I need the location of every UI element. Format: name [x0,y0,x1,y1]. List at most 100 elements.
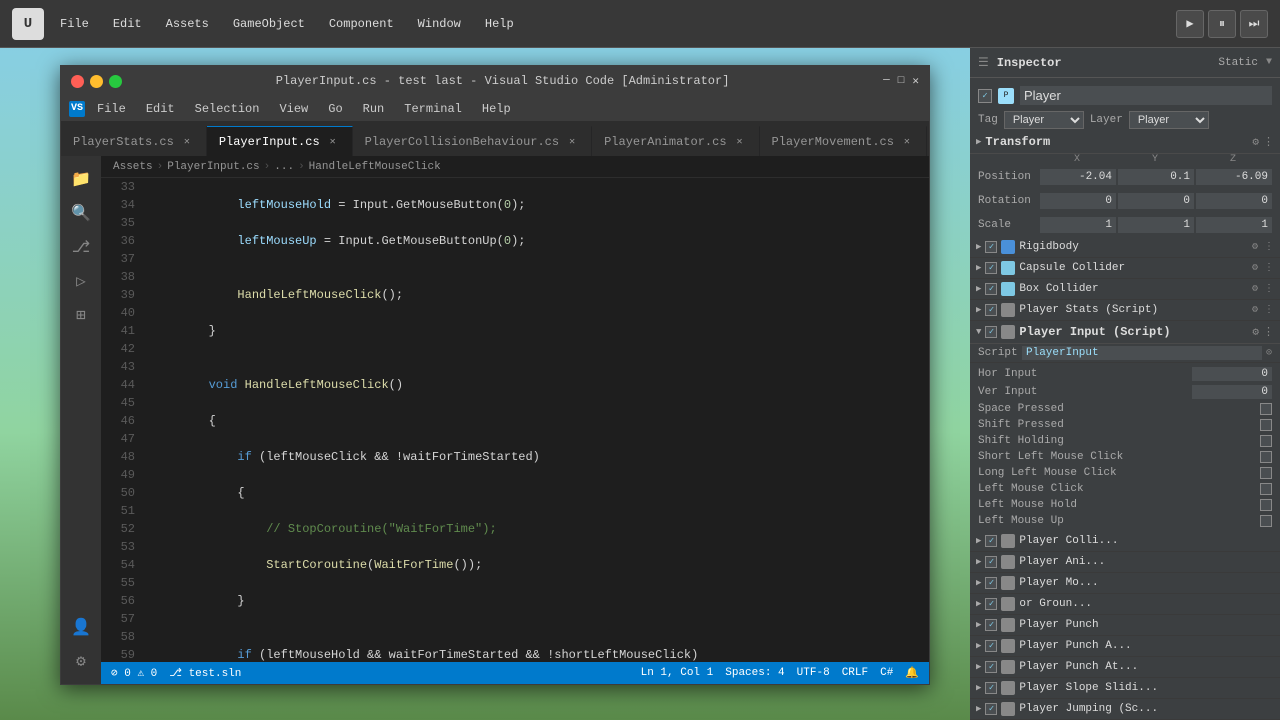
script-select-icon[interactable]: ⊙ [1266,347,1272,359]
window-control-min[interactable]: ─ [883,75,890,87]
transform-options-icon[interactable]: ⋮ [1263,135,1274,149]
checkbox[interactable]: ✓ [985,682,997,694]
transform-settings-icon[interactable]: ⚙ [1252,135,1259,149]
rotation-y[interactable]: 0 [1118,193,1194,209]
status-spaces[interactable]: Spaces: 4 [725,667,784,679]
player-punch-a-row[interactable]: ▶ ✓ Player Punch A... [970,636,1280,657]
object-name-input[interactable] [1020,86,1272,105]
checkbox[interactable]: ✓ [985,640,997,652]
left-mouse-click-checkbox[interactable] [1260,483,1272,495]
player-input-settings-icon[interactable]: ⚙ [1252,325,1259,339]
player-stats-row[interactable]: ▶ ✓ Player Stats (Script) ⚙ ⋮ [970,300,1280,321]
activity-search[interactable]: 🔍 [66,198,96,228]
tab-playerinput[interactable]: PlayerInput.cs ✕ [207,126,353,156]
status-position[interactable]: Ln 1, Col 1 [641,667,714,679]
player-input-options-icon[interactable]: ⋮ [1263,325,1274,339]
tab-close-icon[interactable]: ✕ [180,135,194,149]
unity-menu-help[interactable]: Help [477,13,522,35]
unity-menu-assets[interactable]: Assets [158,13,217,35]
checkbox[interactable]: ✓ [985,556,997,568]
rotation-x[interactable]: 0 [1040,193,1116,209]
activity-account[interactable]: 👤 [66,612,96,642]
stats-settings-icon[interactable]: ⚙ ⋮ [1252,304,1274,316]
step-button[interactable]: ⏭ [1240,10,1268,38]
checkbox[interactable]: ✓ [985,535,997,547]
player-animator-row[interactable]: ▶ ✓ Player Ani... [970,552,1280,573]
pause-button[interactable]: ⏸ [1208,10,1236,38]
or-ground-row[interactable]: ▶ ✓ or Groun... [970,594,1280,615]
ver-input-value[interactable]: 0 [1192,385,1272,399]
scale-y[interactable]: 1 [1118,217,1194,233]
tab-playeranimator[interactable]: PlayerAnimator.cs ✕ [592,126,759,156]
scale-x[interactable]: 1 [1040,217,1116,233]
player-punch-at-row[interactable]: ▶ ✓ Player Punch At... [970,657,1280,678]
rotation-z[interactable]: 0 [1196,193,1272,209]
tab-close-icon[interactable]: ✕ [326,135,340,149]
capsule-collider-row[interactable]: ▶ ✓ Capsule Collider ⚙ ⋮ [970,258,1280,279]
tab-playercollision[interactable]: PlayerCollisionBehaviour.cs ✕ [353,126,592,156]
player-jumping-row[interactable]: ▶ ✓ Player Jumping (Sc... [970,699,1280,720]
menu-go[interactable]: Go [320,100,350,118]
menu-help[interactable]: Help [474,100,519,118]
box-settings-icon[interactable]: ⚙ ⋮ [1252,283,1274,295]
tag-select[interactable]: Player [1004,111,1084,129]
player-slope-row[interactable]: ▶ ✓ Player Slope Slidi... [970,678,1280,699]
checkbox[interactable]: ✓ [985,598,997,610]
menu-view[interactable]: View [271,100,316,118]
player-punch-row[interactable]: ▶ ✓ Player Punch [970,615,1280,636]
checkbox[interactable]: ✓ [985,661,997,673]
window-control-close[interactable]: ✕ [912,74,919,88]
box-checkbox[interactable]: ✓ [985,283,997,295]
menu-file[interactable]: File [89,100,134,118]
stats-checkbox[interactable]: ✓ [985,304,997,316]
unity-menu-file[interactable]: File [52,13,97,35]
menu-run[interactable]: Run [355,100,393,118]
activity-extensions[interactable]: ⊞ [66,300,96,330]
inspector-dropdown-icon[interactable]: ▼ [1266,57,1272,68]
maximize-button[interactable] [109,75,122,88]
scale-z[interactable]: 1 [1196,217,1272,233]
player-collider-row[interactable]: ▶ ✓ Player Colli... [970,531,1280,552]
layer-select[interactable]: Player [1129,111,1209,129]
checkbox[interactable]: ✓ [985,703,997,715]
checkbox[interactable]: ✓ [985,577,997,589]
shift-holding-checkbox[interactable] [1260,435,1272,447]
player-input-checkbox[interactable]: ✓ [985,326,997,338]
close-button[interactable] [71,75,84,88]
object-enabled-checkbox[interactable]: ✓ [978,89,992,103]
rigidbody-checkbox[interactable]: ✓ [985,241,997,253]
tab-playerstats[interactable]: PlayerStats.cs ✕ [61,126,207,156]
unity-menu-window[interactable]: Window [410,13,469,35]
left-mouse-hold-checkbox[interactable] [1260,499,1272,511]
left-mouse-up-checkbox[interactable] [1260,515,1272,527]
position-z[interactable]: -6.09 [1196,169,1272,185]
tab-close-icon[interactable]: ✕ [565,135,579,149]
capsule-settings-icon[interactable]: ⚙ ⋮ [1252,262,1274,274]
checkbox[interactable]: ✓ [985,619,997,631]
tab-playergrounded[interactable]: PlayerGrounded.c... ✕ [927,126,929,156]
tab-close-icon[interactable]: ✕ [733,135,747,149]
space-pressed-checkbox[interactable] [1260,403,1272,415]
status-encoding[interactable]: UTF-8 [797,667,830,679]
code-content[interactable]: leftMouseHold = Input.GetMouseButton(0);… [143,178,929,662]
unity-menu-gameobject[interactable]: GameObject [225,13,313,35]
menu-terminal[interactable]: Terminal [396,100,470,118]
player-movement-row[interactable]: ▶ ✓ Player Mo... [970,573,1280,594]
activity-source-control[interactable]: ⎇ [66,232,96,262]
tab-playermovement[interactable]: PlayerMovement.cs ✕ [760,126,927,156]
status-notifications[interactable]: 🔔 [905,666,919,680]
position-x[interactable]: -2.04 [1040,169,1116,185]
capsule-checkbox[interactable]: ✓ [985,262,997,274]
script-field[interactable]: PlayerInput [1022,346,1262,360]
long-lmc-checkbox[interactable] [1260,467,1272,479]
player-input-section-header[interactable]: ▼ ✓ Player Input (Script) ⚙ ⋮ [970,321,1280,344]
box-collider-row[interactable]: ▶ ✓ Box Collider ⚙ ⋮ [970,279,1280,300]
menu-edit[interactable]: Edit [138,100,183,118]
hor-input-value[interactable]: 0 [1192,367,1272,381]
position-y[interactable]: 0.1 [1118,169,1194,185]
play-button[interactable]: ▶ [1176,10,1204,38]
tab-close-icon[interactable]: ✕ [900,135,914,149]
status-line-ending[interactable]: CRLF [842,667,868,679]
rigidbody-settings-icon[interactable]: ⚙ ⋮ [1252,241,1274,253]
activity-run[interactable]: ▷ [66,266,96,296]
